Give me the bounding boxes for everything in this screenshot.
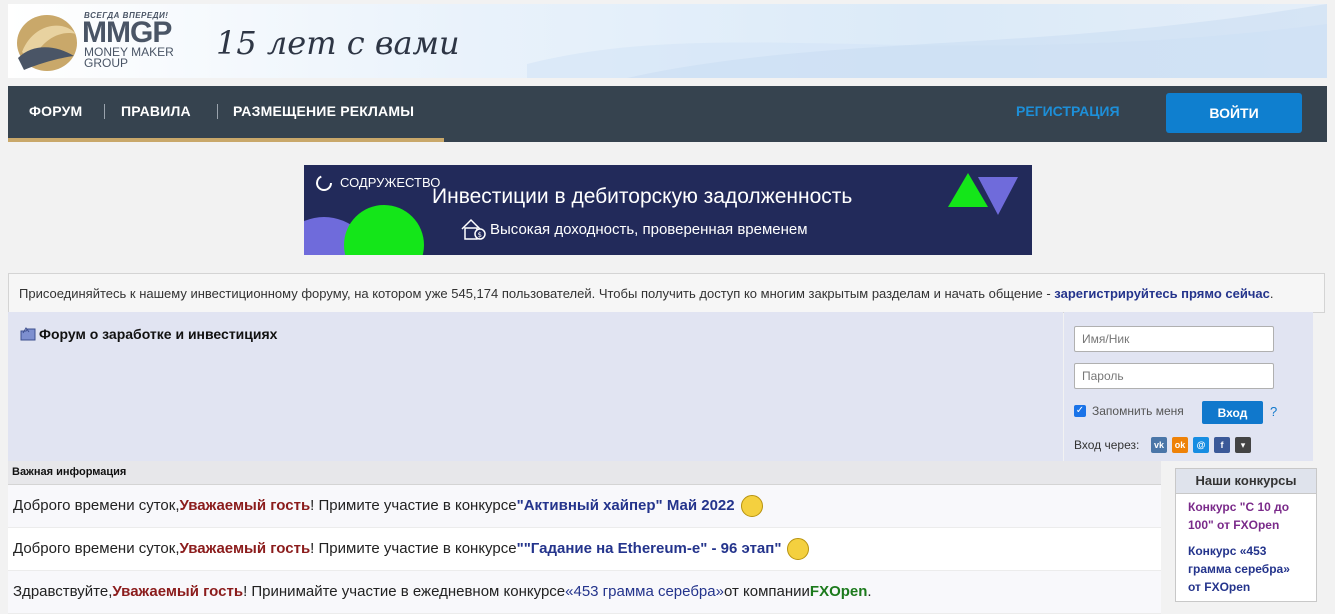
banner-waves-decoration [527,4,1327,78]
nav-rules[interactable]: ПРАВИЛА [121,103,191,119]
contest-link[interactable]: «453 грамма серебра» [565,576,724,608]
logo-icon[interactable] [14,12,80,74]
forum-title-text: Форум о заработке и инвестициях [39,326,278,342]
odnoklassniki-icon[interactable]: ok [1172,437,1188,453]
ad-subtitle: Высокая доходность, проверенная временем [490,221,808,238]
info-text: ! Примите участие в конкурсе [310,540,517,557]
login-box: ✓ Запомнить меня Вход ? Вход через: vk o… [1064,312,1313,461]
greeting-text: Доброго времени суток, [13,540,180,557]
contest-item[interactable]: Конкурс «453 грамма серебра» от FXOpen [1176,538,1316,600]
ad-triangles-decoration [948,173,1018,215]
ad-banner[interactable]: СОДРУЖЕСТВО Инвестиции в дебиторскую зад… [304,165,1032,255]
svg-text:$: $ [478,231,482,239]
ad-brand: СОДРУЖЕСТВО [340,175,441,190]
login-button[interactable]: ВОЙТИ [1166,93,1302,133]
register-now-link[interactable]: зарегистрируйтесь прямо сейчас [1054,286,1270,301]
info-row: Доброго времени суток, Уважаемый гость! … [8,528,1161,571]
nav-divider [104,104,105,119]
greeting-text: Доброго времени суток, [13,497,180,514]
more-social-icon[interactable]: ▾ [1235,437,1251,453]
main-nav: ФОРУМ ПРАВИЛА РАЗМЕЩЕНИЕ РЕКЛАМЫ РЕГИСТР… [8,86,1327,142]
guest-name: Уважаемый гость [179,540,311,557]
logo-subtitle-2: GROUP [84,56,129,70]
notice-text: Присоединяйтесь к нашему инвестиционному… [19,286,1055,301]
vk-icon[interactable]: vk [1151,437,1167,453]
nav-divider [217,104,218,119]
nav-active-underline [8,138,444,142]
contests-sidebar: Наши конкурсы Конкурс "С 10 до 100" от F… [1175,468,1317,602]
info-header: Важная информация [8,461,1161,485]
nav-forum[interactable]: ФОРУМ [29,103,82,119]
info-text: . [867,583,872,600]
username-input[interactable] [1074,326,1274,352]
important-info-panel: Важная информация Доброго времени суток,… [8,461,1161,614]
remember-checkbox[interactable]: ✓ [1074,405,1086,417]
password-input[interactable] [1074,363,1274,389]
ad-brand-icon [316,175,332,191]
contest-item[interactable]: Конкурс "С 10 до 100" от FXOpen [1176,494,1316,538]
mailru-icon[interactable]: @ [1193,437,1209,453]
info-row: Доброго времени суток, Уважаемый гость! … [8,485,1161,528]
join-notice: Присоединяйтесь к нашему инвестиционному… [8,273,1325,313]
smiley-sunglasses-icon [787,538,810,560]
social-login-label: Вход через: [1074,438,1140,452]
contests-header: Наши конкурсы [1176,469,1316,494]
guest-name: Уважаемый гость [112,583,244,600]
greeting-text: Здравствуйте, [13,583,113,600]
sign-in-button[interactable]: Вход [1202,401,1263,424]
facebook-icon[interactable]: f [1214,437,1230,453]
logo-text[interactable]: MMGP [82,18,172,48]
info-text: ! Принимайте участие в ежедневном конкур… [243,583,566,600]
ad-title: Инвестиции в дебиторскую задолженность [432,185,853,208]
forum-title[interactable]: Форум о заработке и инвестициях [20,326,277,342]
ad-circle-decoration [344,205,424,255]
forum-header: Форум о заработке и инвестициях [8,312,1063,461]
register-link[interactable]: РЕГИСТРАЦИЯ [1016,103,1120,119]
info-text: ! Примите участие в конкурсе [310,497,517,514]
contest-link[interactable]: ""Гадание на Ethereum-е" - 96 этап" [517,533,782,565]
slogan: 15 лет с вами [216,24,460,62]
help-link[interactable]: ? [1270,404,1277,419]
company-name[interactable]: FXOpen [810,576,868,608]
notice-end: . [1269,286,1274,301]
header-banner: ВСЕГДА ВПЕРЕДИ! MMGP MONEY MAKER GROUP 1… [8,4,1327,78]
info-row: Здравствуйте, Уважаемый гость! Принимайт… [8,571,1161,614]
guest-name: Уважаемый гость [179,497,311,514]
remember-label: Запомнить меня [1092,404,1184,418]
nav-advertising[interactable]: РАЗМЕЩЕНИЕ РЕКЛАМЫ [233,103,414,119]
remember-me[interactable]: ✓ Запомнить меня [1074,404,1184,418]
forum-folder-icon [20,327,36,341]
contest-link[interactable]: "Активный хайпер" Май 2022 [517,490,735,522]
info-text: от компании [723,583,810,600]
money-house-icon: $ [461,218,486,240]
smiley-thumbs-up-icon [740,495,763,517]
